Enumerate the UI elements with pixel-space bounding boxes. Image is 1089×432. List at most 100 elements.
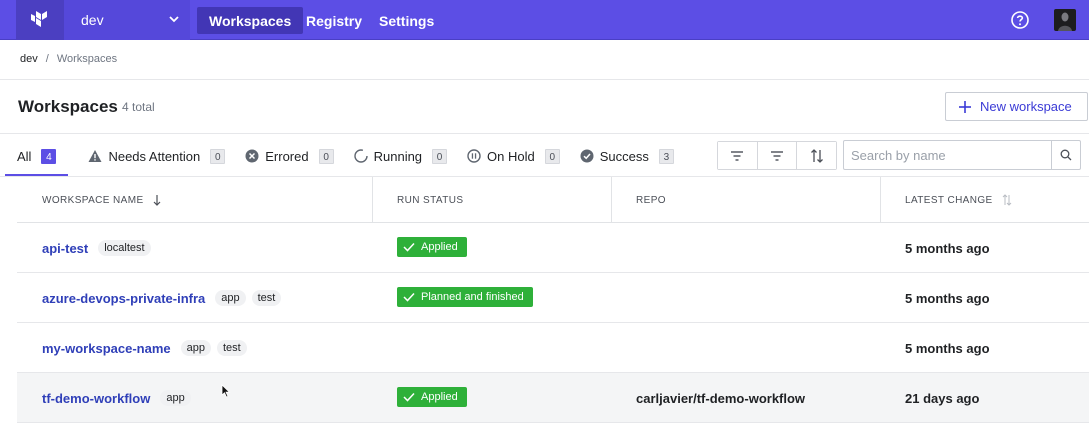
chevron-down-icon [169, 16, 179, 23]
latest-change: 5 months ago [905, 340, 990, 356]
help-icon[interactable] [1010, 10, 1030, 30]
check-circle-icon [580, 149, 594, 163]
tab-label: On Hold [487, 148, 535, 164]
check-icon [403, 392, 415, 402]
status-filter-tabs: All 4 Needs Attention 0 Errored 0 Runnin… [5, 137, 694, 176]
run-status-label: Planned and finished [421, 291, 524, 303]
pause-icon [467, 149, 481, 163]
terraform-logo[interactable] [16, 0, 64, 40]
error-icon [245, 149, 259, 163]
tab-errored[interactable]: Errored 0 [245, 137, 334, 175]
run-status-badge[interactable]: Applied [397, 387, 467, 407]
tab-count-badge: 4 [41, 148, 57, 164]
plus-icon [959, 100, 971, 113]
arrow-down-icon [153, 195, 160, 206]
workspace-tag[interactable]: app [160, 390, 191, 406]
tab-count-badge: 0 [318, 148, 334, 164]
filter-icon [771, 150, 783, 161]
tab-needs-attention[interactable]: Needs Attention 0 [88, 137, 226, 175]
page-title: Workspaces [18, 97, 118, 116]
sort-icon [1002, 194, 1011, 206]
tab-label: Success [599, 148, 649, 164]
breadcrumb-separator: / [45, 53, 49, 65]
workspace-tag[interactable]: test [216, 340, 247, 356]
repo-link[interactable]: carljavier/tf-demo-workflow [636, 373, 805, 423]
tab-count-badge: 0 [544, 148, 560, 164]
workspace-tag[interactable]: app [180, 340, 211, 356]
column-divider [880, 177, 881, 223]
top-navigation: dev Workspaces Registry Settings [0, 0, 1089, 40]
check-icon [403, 242, 415, 252]
tab-label: Needs Attention [108, 148, 201, 164]
latest-change: 5 months ago [905, 290, 990, 306]
list-tools [717, 141, 837, 170]
tab-count-badge: 0 [210, 148, 226, 164]
filter-button[interactable] [718, 142, 758, 169]
table-row[interactable]: azure-devops-private-infra app test Plan… [17, 273, 1089, 323]
run-status-badge[interactable]: Planned and finished [397, 287, 533, 307]
organization-switcher[interactable]: dev [64, 0, 190, 40]
header-divider [0, 133, 1089, 134]
table-row[interactable]: tf-demo-workflow app Applied carljavier/… [17, 373, 1089, 423]
tab-running[interactable]: Running 0 [353, 137, 448, 175]
table-row[interactable]: my-workspace-name app test 5 months ago [17, 323, 1089, 373]
search-button[interactable] [1051, 141, 1080, 169]
workspace-cell: api-test localtest [42, 223, 151, 273]
tab-count-badge: 3 [658, 148, 674, 164]
breadcrumb-divider [0, 79, 1089, 80]
tab-label: All [17, 148, 32, 164]
column-header-latest-change[interactable]: LATEST CHANGE [905, 177, 1013, 223]
nav-settings[interactable]: Settings [367, 7, 446, 34]
user-avatar-icon [1058, 12, 1072, 31]
warning-icon [88, 150, 102, 162]
organization-name: dev [81, 12, 104, 28]
sort-button[interactable] [797, 142, 837, 169]
column-header-name[interactable]: WORKSPACE NAME [42, 177, 162, 223]
nav-registry[interactable]: Registry [294, 7, 374, 34]
mouse-cursor-icon [221, 384, 231, 398]
workspace-link[interactable]: azure-devops-private-infra [42, 291, 205, 306]
tab-label: Running [373, 148, 423, 164]
run-status-badge[interactable]: Applied [397, 237, 467, 257]
column-header-repo: REPO [636, 194, 666, 206]
workspace-tag[interactable]: localtest [98, 240, 151, 256]
workspace-cell: my-workspace-name app test [42, 323, 247, 373]
workspace-link[interactable]: tf-demo-workflow [42, 391, 150, 406]
workspace-link[interactable]: api-test [42, 241, 88, 256]
workspace-link[interactable]: my-workspace-name [42, 341, 171, 356]
column-header-label: WORKSPACE NAME [42, 194, 144, 206]
nav-workspaces[interactable]: Workspaces [197, 7, 304, 34]
tab-on-hold[interactable]: On Hold 0 [467, 137, 560, 175]
user-avatar[interactable] [1054, 9, 1076, 31]
workspace-tag[interactable]: test [251, 290, 282, 306]
new-workspace-label: New workspace [980, 99, 1072, 114]
tab-label: Errored [265, 148, 309, 164]
workspaces-table: WORKSPACE NAME RUN STATUS REPO LATEST CH… [17, 177, 1089, 423]
breadcrumb-current: Workspaces [56, 53, 118, 65]
search-input[interactable] [844, 141, 1051, 169]
column-divider [611, 177, 612, 223]
tab-success[interactable]: Success 3 [580, 137, 674, 175]
running-icon [353, 149, 368, 163]
breadcrumb-org-link[interactable]: dev [20, 53, 38, 65]
filter-icon [731, 150, 744, 161]
run-status-label: Applied [421, 391, 458, 403]
column-divider [372, 177, 373, 223]
workspace-tag[interactable]: app [215, 290, 246, 306]
breadcrumb: dev / Workspaces [20, 53, 117, 65]
workspace-search [843, 140, 1081, 170]
tab-count-badge: 0 [432, 148, 448, 164]
tab-all[interactable]: All 4 [5, 137, 69, 176]
run-status-label: Applied [421, 241, 458, 253]
new-workspace-button[interactable]: New workspace [945, 92, 1088, 121]
latest-change: 5 months ago [905, 240, 990, 256]
table-row[interactable]: api-test localtest Applied 5 months ago [17, 223, 1089, 273]
workspace-cell: azure-devops-private-infra app test [42, 273, 282, 323]
workspace-count: 4 total [122, 100, 155, 114]
tag-filter-button[interactable] [757, 142, 798, 169]
search-icon [1060, 149, 1072, 161]
column-header-label: LATEST CHANGE [905, 194, 993, 206]
check-icon [403, 292, 415, 302]
workspace-cell: tf-demo-workflow app [42, 373, 191, 423]
column-header-status: RUN STATUS [397, 194, 464, 206]
